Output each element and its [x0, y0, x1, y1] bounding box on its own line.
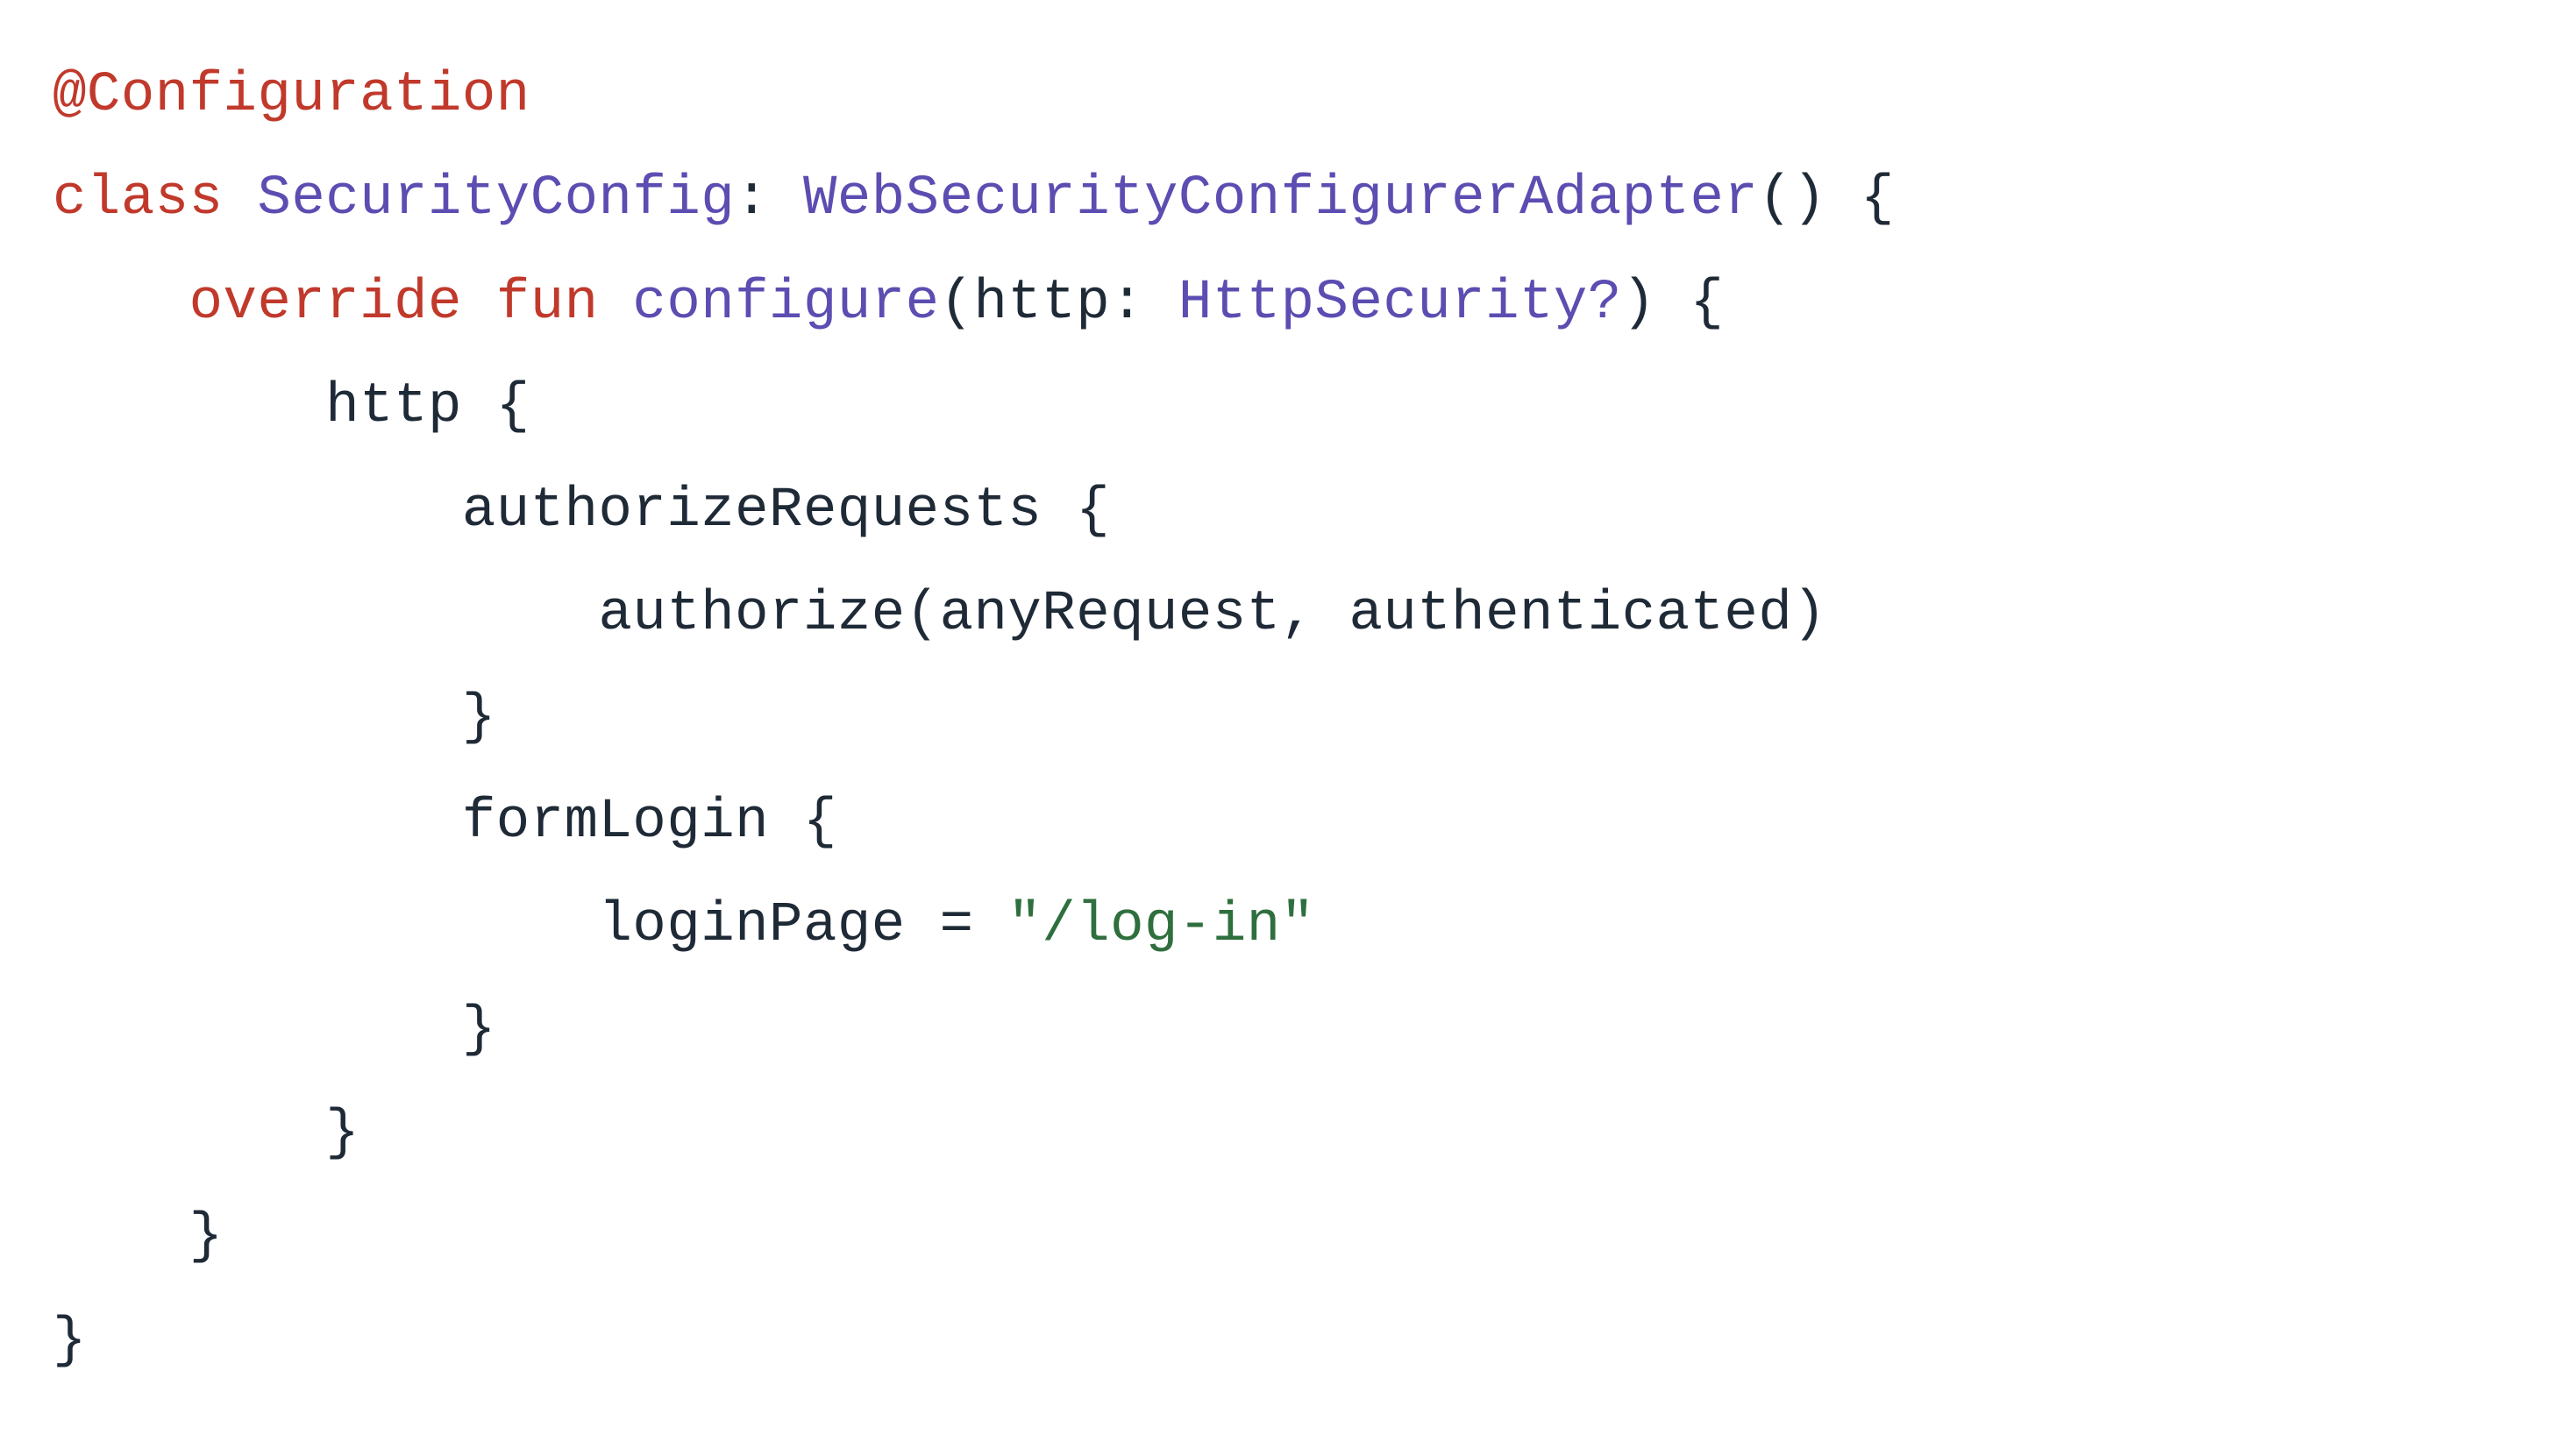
- code-token-type: WebSecurityConfigurerAdapter: [803, 167, 1758, 231]
- code-token-ident: }: [53, 1310, 87, 1373]
- code-line: }: [53, 1102, 359, 1165]
- code-token-ident: ) {: [1622, 272, 1725, 335]
- code-token-ident: }: [189, 1205, 224, 1268]
- code-token-ident: authorizeRequests {: [462, 479, 1110, 543]
- code-line: formLogin {: [53, 791, 837, 854]
- code-line: }: [53, 686, 496, 749]
- code-token-annotation: @Configuration: [53, 64, 530, 127]
- code-token-keyword: class: [53, 167, 257, 231]
- code-line: loginPage = "/log-in": [53, 894, 1315, 957]
- code-line: override fun configure(http: HttpSecurit…: [53, 272, 1724, 335]
- code-line: authorizeRequests {: [53, 479, 1110, 543]
- code-token-ident: }: [462, 998, 496, 1062]
- code-token-ident: :: [735, 167, 803, 231]
- code-token-ident: http {: [325, 375, 530, 438]
- code-line: }: [53, 1310, 87, 1373]
- code-line: authorize(anyRequest, authenticated): [53, 583, 1826, 646]
- code-line: class SecurityConfig: WebSecurityConfigu…: [53, 167, 1895, 231]
- code-token-ident: loginPage =: [599, 894, 1008, 957]
- code-token-type: configure: [632, 272, 939, 335]
- code-token-ident: formLogin {: [462, 791, 837, 854]
- code-line: }: [53, 1205, 224, 1268]
- code-token-type: SecurityConfig: [257, 167, 735, 231]
- code-line: }: [53, 998, 496, 1062]
- code-block: @Configuration class SecurityConfig: Web…: [0, 0, 2576, 1437]
- code-token-ident: (http:: [940, 272, 1178, 335]
- code-token-string: "/log-in": [1007, 894, 1314, 957]
- code-token-keyword: override: [189, 272, 496, 335]
- code-token-ident: authorize(anyRequest, authenticated): [599, 583, 1827, 646]
- code-token-keyword: fun: [496, 272, 633, 335]
- code-token-type: HttpSecurity?: [1178, 272, 1622, 335]
- code-token-ident: () {: [1758, 167, 1895, 231]
- code-token-ident: }: [325, 1102, 359, 1165]
- code-line: http {: [53, 375, 530, 438]
- code-token-ident: }: [462, 686, 496, 749]
- code-line: @Configuration: [53, 64, 530, 127]
